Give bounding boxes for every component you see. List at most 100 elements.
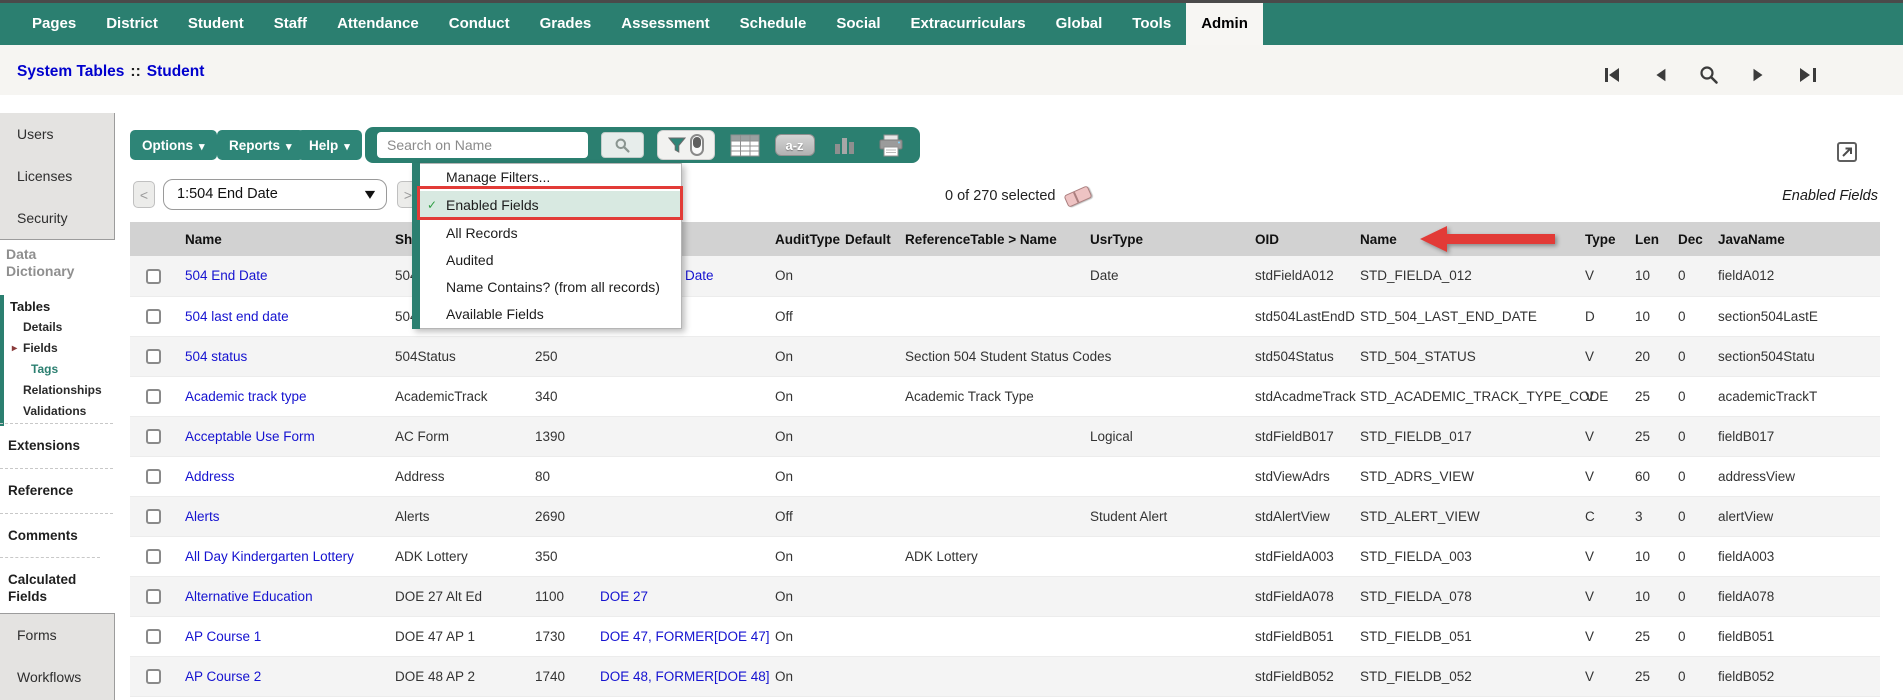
sidebar-item-comments[interactable]: Comments	[0, 513, 113, 557]
nav-tab-social[interactable]: Social	[821, 3, 895, 45]
prev-page-button[interactable]: <	[133, 181, 155, 208]
sidebar-item-fields[interactable]: Fields	[10, 338, 115, 359]
expand-icon[interactable]	[1837, 142, 1857, 162]
az-sort-icon[interactable]: a-z	[774, 134, 815, 156]
help-button[interactable]: Help	[297, 130, 362, 160]
sidebar-item-licenses[interactable]: Licenses	[0, 155, 114, 197]
type-cell: V	[1585, 548, 1595, 564]
breadcrumb-section-link[interactable]: System Tables	[17, 63, 124, 80]
nav-tab-staff[interactable]: Staff	[259, 3, 322, 45]
clear-selection-eraser-icon[interactable]	[1063, 184, 1093, 208]
reports-button[interactable]: Reports	[217, 130, 304, 160]
alias-link[interactable]: DOE 27	[600, 589, 648, 604]
sidebar-item-extensions[interactable]: Extensions	[0, 423, 113, 468]
next-record-icon[interactable]	[1747, 64, 1769, 86]
field-name-link[interactable]: 504 End Date	[185, 268, 268, 283]
nav-tab-pages[interactable]: Pages	[17, 3, 91, 45]
previous-record-icon[interactable]	[1649, 64, 1671, 86]
sidebar-item-validations[interactable]: Validations	[10, 401, 115, 422]
audittype-cell: On	[775, 348, 794, 364]
breadcrumb-page-link[interactable]: Student	[147, 63, 205, 80]
row-checkbox[interactable]	[146, 468, 161, 484]
nav-tab-assessment[interactable]: Assessment	[606, 3, 724, 45]
sidebar-item-calculated-fields[interactable]: Calculated Fields	[0, 557, 100, 613]
field-name-link[interactable]: Address	[185, 469, 235, 484]
field-name-link[interactable]: All Day Kindergarten Lottery	[185, 549, 354, 564]
sidebar-item-security[interactable]: Security	[0, 197, 114, 239]
name-cell: AP Course 1	[175, 616, 385, 656]
last-record-icon[interactable]	[1796, 64, 1818, 86]
sidebar-item-data-dictionary[interactable]: Data Dictionary	[6, 246, 98, 280]
filter-menu-item-audited[interactable]: Audited	[420, 247, 681, 274]
row-checkbox[interactable]	[146, 628, 161, 644]
alias-link[interactable]: DOE 48, FORMER[DOE 48]	[600, 669, 770, 684]
oid-cell: stdFieldA078	[1255, 588, 1334, 604]
sidebar-item-tables[interactable]: Tables	[10, 297, 115, 317]
filter-menu-item-name-contains-from-all-records[interactable]: Name Contains? (from all records)	[420, 274, 681, 301]
column-header-name-1: Name	[185, 231, 222, 247]
default-cell	[835, 656, 895, 696]
sidebar-item-forms[interactable]: Forms	[0, 614, 114, 656]
alias-link[interactable]: DOE 47, FORMER[DOE 47]	[600, 629, 770, 644]
grid-view-icon[interactable]	[728, 132, 762, 158]
chart-icon[interactable]	[828, 132, 862, 158]
row-checkbox[interactable]	[146, 548, 161, 564]
nav-tab-district[interactable]: District	[91, 3, 173, 45]
size-cell: 2690	[535, 508, 566, 524]
sysname-cell: STD_504_LAST_END_DATE	[1360, 308, 1537, 324]
sidebar-item-relationships[interactable]: Relationships	[10, 380, 115, 401]
nav-tab-grades[interactable]: Grades	[525, 3, 607, 45]
row-checkbox[interactable]	[146, 308, 161, 324]
field-name-link[interactable]: Academic track type	[185, 389, 307, 404]
javaname-cell: fieldA003	[1718, 548, 1775, 564]
first-record-icon[interactable]	[1600, 64, 1622, 86]
nav-tab-admin[interactable]: Admin	[1186, 3, 1263, 45]
search-icon[interactable]	[600, 132, 645, 158]
nav-tab-conduct[interactable]: Conduct	[434, 3, 525, 45]
sidebar-item-reference[interactable]: Reference	[0, 468, 113, 513]
sidebar-item-details[interactable]: Details	[10, 317, 115, 338]
field-name-link[interactable]: Alternative Education	[185, 589, 313, 604]
filter-menu-item-all-records[interactable]: All Records	[420, 220, 681, 247]
checkbox-cell	[130, 616, 175, 656]
sidebar-item-tags[interactable]: Tags	[10, 359, 115, 380]
field-name-link[interactable]: Acceptable Use Form	[185, 429, 315, 444]
type-cell: D	[1585, 308, 1595, 324]
search-records-icon[interactable]	[1698, 64, 1720, 86]
record-select[interactable]: 1:504 End Date	[163, 179, 387, 210]
field-name-link[interactable]: AP Course 2	[185, 669, 261, 684]
sidebar-item-workflows[interactable]: Workflows	[0, 656, 114, 698]
filter-toggle-icon[interactable]	[657, 130, 715, 160]
field-name-link[interactable]: 504 last end date	[185, 309, 289, 324]
row-checkbox[interactable]	[146, 668, 161, 684]
app-window: Pages District Student Staff Attendance Condu…	[0, 0, 1903, 700]
nav-tab-schedule[interactable]: Schedule	[725, 3, 822, 45]
row-checkbox[interactable]	[146, 508, 161, 524]
nav-tab-extracurriculars[interactable]: Extracurriculars	[896, 3, 1041, 45]
checkbox-cell	[130, 336, 175, 376]
nav-tab-attendance[interactable]: Attendance	[322, 3, 434, 45]
search-input[interactable]	[377, 132, 588, 158]
print-icon[interactable]	[874, 132, 908, 158]
alias-link[interactable]: Date	[685, 268, 714, 283]
nav-tab-student[interactable]: Student	[173, 3, 259, 45]
audittype-cell: On	[775, 428, 794, 444]
options-button[interactable]: Options	[130, 130, 217, 160]
row-checkbox[interactable]	[146, 348, 161, 364]
row-checkbox[interactable]	[146, 588, 161, 604]
row-checkbox[interactable]	[146, 428, 161, 444]
sysname-cell: STD_ALERT_VIEW	[1360, 508, 1480, 524]
row-checkbox[interactable]	[146, 268, 161, 284]
filter-menu-item-enabled-fields[interactable]: Enabled Fields	[420, 191, 681, 220]
field-name-link[interactable]: AP Course 1	[185, 629, 261, 644]
filter-switch-icon[interactable]	[689, 134, 704, 156]
sidebar-item-users[interactable]: Users	[0, 113, 114, 155]
nav-tab-tools[interactable]: Tools	[1117, 3, 1186, 45]
field-name-link[interactable]: 504 status	[185, 349, 247, 364]
field-name-link[interactable]: Alerts	[185, 509, 220, 524]
row-checkbox[interactable]	[146, 388, 161, 404]
filter-menu-item-manage-filters[interactable]: Manage Filters...	[420, 164, 681, 191]
nav-tab-global[interactable]: Global	[1041, 3, 1118, 45]
oid-cell: stdAlertView	[1255, 508, 1330, 524]
filter-menu-item-available-fields[interactable]: Available Fields	[420, 301, 681, 328]
